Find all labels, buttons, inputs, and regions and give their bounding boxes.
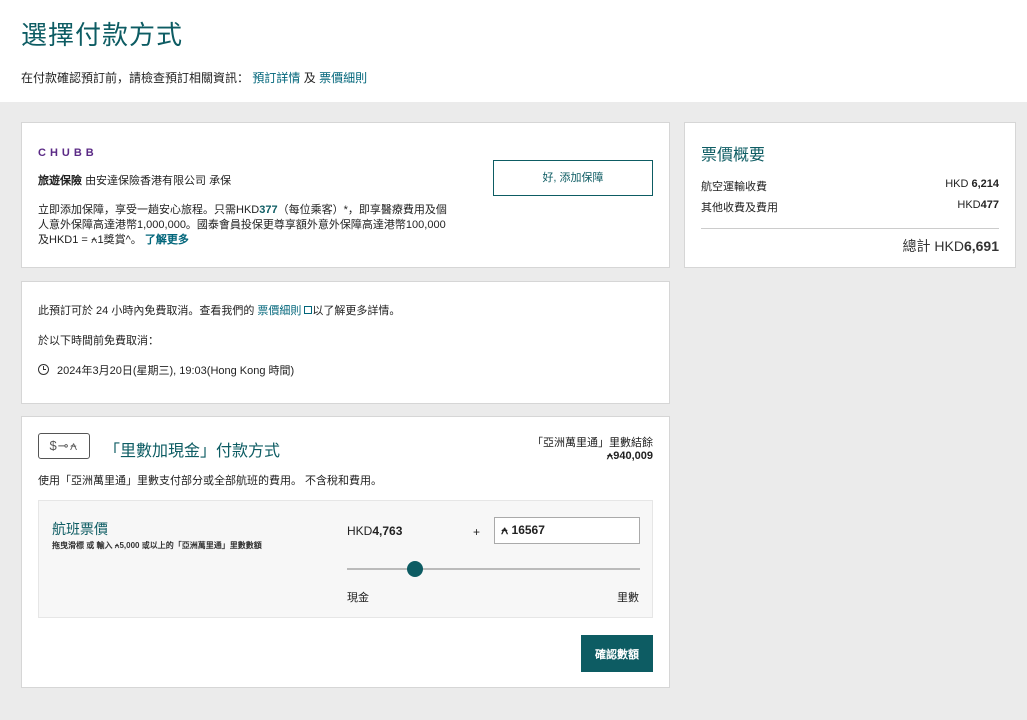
miles-cash-card: $⊸⍲ 「里數加現金」付款方式 「亞洲萬里通」里數結餘 ⍲940,009 使用「… [21, 416, 670, 688]
fare-slider-panel: 航班票價 拖曳滑標 或 輸入 ⍲5,000 或以上的「亞洲萬里通」里數數額 HK… [38, 500, 653, 618]
cash-value: 4,763 [372, 524, 403, 538]
plus-sign: + [473, 525, 481, 539]
miles-cash-icon: $⊸⍲ [38, 433, 90, 459]
summary-row-label: 其他收費及費用 [701, 202, 778, 214]
insurance-title-bold: 旅遊保險 [38, 175, 82, 187]
fare-rules-link[interactable]: 票價細則 [319, 71, 367, 85]
miles-balance-label: 「亞洲萬里通」里數結餘 [532, 437, 653, 449]
page-title: 選擇付款方式 [21, 20, 184, 50]
summary-row-value: 477 [980, 199, 999, 211]
summary-row-currency: HKD [945, 178, 972, 190]
summary-row-air-transport: 航空運輸收費 HKD 6,214 [701, 178, 999, 194]
miles-cash-title: 「里數加現金」付款方式 [104, 443, 281, 460]
insurance-card: CHUBB 旅遊保險 由安達保險香港有限公司 承保 立即添加保障，享受一趟安心旅… [21, 122, 670, 268]
chubb-logo: CHUBB [38, 147, 98, 159]
insurance-desc-part1: 立即添加保障，享受一趟安心旅程。只需HKD [38, 204, 260, 216]
subtitle-text: 在付款確認預訂前，請檢查預訂相關資訊： [21, 71, 250, 85]
clock-icon [38, 364, 49, 375]
fare-hint: 拖曳滑標 或 輸入 ⍲5,000 或以上的「亞洲萬里通」里數數額 [52, 541, 262, 550]
summary-row-currency: HKD [957, 199, 981, 211]
miles-input[interactable] [494, 517, 640, 544]
cancellation-deadline: 2024年3月20日(星期三), 19:03(Hong Kong 時間) [38, 362, 294, 378]
slider-cash-label: 現金 [347, 592, 369, 604]
cancellation-policy-text: 此預訂可於 24 小時內免費取消。查看我們的 [38, 305, 255, 317]
summary-total-label: 總計 HKD [902, 238, 964, 254]
subtitle-connector: 及 [303, 71, 316, 85]
miles-cash-description: 使用「亞洲萬里通」里數支付部分或全部航班的費用。 不含稅和費用。 [38, 475, 383, 487]
summary-row-label: 航空運輸收費 [701, 181, 767, 193]
summary-row-amount: HKD477 [957, 199, 999, 215]
slider-thumb[interactable] [407, 561, 424, 577]
page-header: 選擇付款方式 在付款確認預訂前，請檢查預訂相關資訊： 預訂詳情 及 票價細則 [0, 0, 1027, 102]
add-insurance-button[interactable]: 好, 添加保障 [493, 160, 653, 196]
cancellation-policy: 此預訂可於 24 小時內免費取消。查看我們的 票價細則 以了解更多詳情。 [38, 302, 400, 318]
cancellation-card: 此預訂可於 24 小時內免費取消。查看我們的 票價細則 以了解更多詳情。 於以下時… [21, 281, 670, 404]
summary-total-value: 6,691 [963, 238, 999, 254]
summary-row-amount: HKD 6,214 [945, 178, 999, 194]
miles-balance-value: ⍲940,009 [606, 450, 653, 462]
insurance-description: 立即添加保障，享受一趟安心旅程。只需HKD377（每位乘客）*，即享醫療費用及個… [38, 203, 448, 248]
page-subtitle: 在付款確認預訂前，請檢查預訂相關資訊： 預訂詳情 及 票價細則 [21, 69, 1006, 86]
cancellation-fare-rules-label: 票價細則 [257, 305, 302, 317]
confirm-amount-button[interactable]: 確認數額 [581, 635, 653, 672]
slider-miles-label: 里數 [617, 592, 639, 604]
summary-row-value: 6,214 [971, 178, 999, 190]
fare-title: 航班票價 [52, 521, 108, 537]
deadline-text: 2024年3月20日(星期三), 19:03(Hong Kong 時間) [57, 365, 295, 377]
fare-summary-title: 票價概要 [701, 147, 766, 164]
fare-summary-card: 票價概要 航空運輸收費 HKD 6,214 其他收費及費用 HKD477 總計 … [684, 122, 1016, 268]
summary-divider [701, 228, 999, 229]
insurance-price: 377 [259, 204, 278, 216]
summary-total: 總計 HKD6,691 [903, 236, 1000, 256]
insurance-title: 旅遊保險 由安達保險香港有限公司 承保 [38, 172, 231, 188]
insurance-underwriter: 由安達保險香港有限公司 承保 [85, 175, 232, 187]
cancellation-policy-suffix: 以了解更多詳情。 [312, 305, 401, 317]
free-cancel-before: 於以下時間前免費取消： [38, 335, 159, 347]
learn-more-link[interactable]: 了解更多 [145, 234, 189, 246]
cancellation-fare-rules-link[interactable]: 票價細則 [257, 305, 313, 317]
cash-amount: HKD4,763 [347, 524, 402, 538]
booking-details-link[interactable]: 預訂詳情 [252, 71, 300, 85]
cash-currency: HKD [347, 524, 373, 538]
summary-row-other-fees: 其他收費及費用 HKD477 [701, 199, 999, 215]
slider-track[interactable] [347, 568, 640, 570]
